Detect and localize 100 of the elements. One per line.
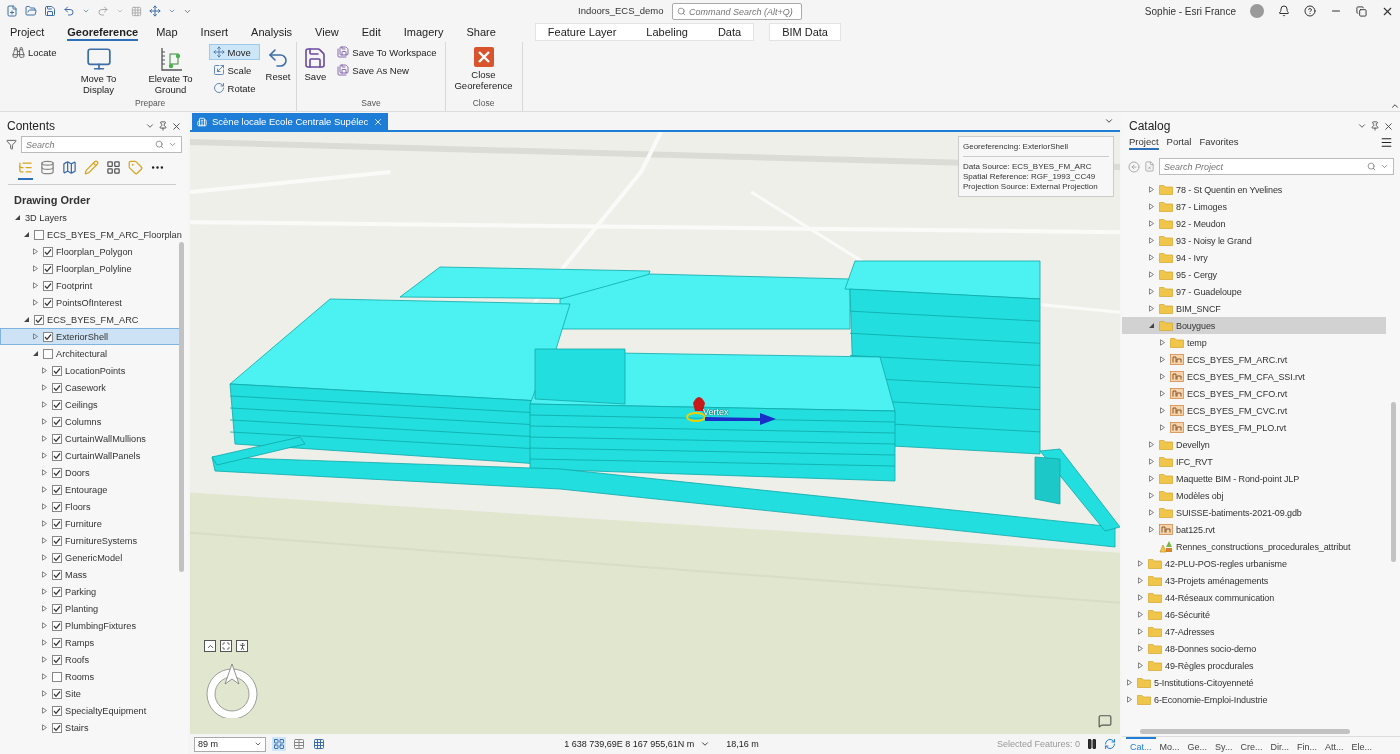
checkbox[interactable] [52,569,62,580]
catalog-item[interactable]: ECS_BYES_FM_ARC.rvt [1122,351,1386,368]
checkbox[interactable] [52,484,62,495]
close-icon[interactable] [171,120,182,132]
ribbon-tab[interactable]: Insert [200,23,229,41]
layer-row[interactable]: Doors [0,464,182,481]
checkbox[interactable] [52,552,62,563]
checkbox[interactable] [52,688,62,699]
ribbon-button[interactable]: Rotate [208,80,260,96]
layer-row[interactable]: FurnitureSystems [0,532,182,549]
help-icon[interactable] [1304,5,1316,17]
nav-button[interactable] [236,640,248,652]
layer-row[interactable]: Rooms [0,668,182,685]
checkbox[interactable] [43,297,53,308]
ribbon-button[interactable]: Move [208,44,260,60]
table-button[interactable] [292,737,306,751]
caret-icon[interactable] [168,7,176,15]
command-search-field[interactable]: Command Search (Alt+Q) [672,3,802,20]
ribbon-button[interactable]: Save To Workspace [333,44,441,60]
checkbox[interactable] [52,433,62,444]
checkbox[interactable] [52,518,62,529]
caret-icon[interactable] [82,7,90,15]
catalog-item[interactable]: Modèles obj [1122,487,1386,504]
checkbox[interactable] [43,348,53,359]
checkbox[interactable] [52,467,62,478]
filter-icon[interactable] [6,139,17,150]
catalog-item[interactable]: 5-Institutions-Citoyenneté [1122,674,1386,691]
ribbon-button[interactable]: Move To Display [64,44,133,98]
catalog-item[interactable]: 42-PLU-POS-regles urbanisme [1122,555,1386,572]
ribbon-tab[interactable]: BIM Data [769,23,841,41]
catalog-tab[interactable]: Portal [1166,136,1192,150]
clear-icon[interactable] [1144,161,1155,172]
layer-row[interactable]: Furniture [0,515,182,532]
checkbox[interactable] [34,229,44,240]
search-field[interactable]: Search Project [1159,158,1394,175]
caret-icon[interactable] [700,739,711,749]
ribbon-button[interactable]: Save As New [333,62,441,78]
move-icon[interactable] [149,5,161,17]
undo-icon[interactable] [63,5,75,17]
layer-row[interactable]: Planting [0,600,182,617]
scrollbar-thumb[interactable] [179,242,184,572]
layer-row[interactable]: SpecialtyEquipment [0,702,182,719]
checkbox[interactable] [52,654,62,665]
ribbon-tab[interactable]: Project [10,23,45,41]
checkbox[interactable] [43,331,53,342]
pin-icon[interactable] [1370,120,1380,131]
catalog-item[interactable]: 49-Règles procdurales [1122,657,1386,674]
layer-row[interactable]: Mass [0,566,182,583]
layer-row[interactable]: Ceilings [0,396,182,413]
checkbox[interactable] [52,501,62,512]
layer-row[interactable]: Site [0,685,182,702]
triangle-icon[interactable] [23,231,30,238]
checkbox[interactable] [52,586,62,597]
database-icon[interactable] [40,160,55,175]
checkbox[interactable] [43,246,53,257]
layer-row[interactable]: ECS_BYES_FM_ARC [0,311,182,328]
ribbon-tab[interactable]: Data [717,26,742,38]
layer-row[interactable]: LocationPoints [0,362,182,379]
checkbox[interactable] [52,365,62,376]
pin-icon[interactable] [158,120,168,131]
ribbon-tab[interactable]: Georeference [67,23,139,41]
layer-row[interactable]: CurtainWallPanels [0,447,182,464]
checkbox[interactable] [34,314,44,325]
catalog-item[interactable]: 92 - Meudon [1122,215,1386,232]
search-field[interactable]: Search [21,136,182,153]
triangle-icon[interactable] [14,214,21,221]
layer-row[interactable]: Floorplan_Polyline [0,260,182,277]
pane-tab[interactable]: Ele... [1347,737,1376,754]
pane-tab[interactable]: Ge... [1183,737,1212,754]
checkbox[interactable] [52,671,62,682]
checkbox[interactable] [43,263,53,274]
ribbon-button[interactable]: Elevate To Ground [136,44,205,98]
checkbox[interactable] [52,416,62,427]
catalog-item[interactable]: ECS_BYES_FM_CFO.rvt [1122,385,1386,402]
scale-field[interactable]: 89 m [194,736,266,752]
pane-tab[interactable]: Sy... [1211,737,1237,754]
catalog-item[interactable]: 87 - Limoges [1122,198,1386,215]
ribbon-button[interactable]: Scale [208,62,260,78]
pane-tab[interactable]: Cat... [1126,737,1156,754]
catalog-item[interactable]: 48-Donnes socio-demo [1122,640,1386,657]
grid-icon[interactable] [106,160,121,175]
layer-row[interactable]: Floorplan_Polygon [0,243,182,260]
checkbox[interactable] [52,603,62,614]
tag-icon[interactable] [128,160,143,175]
snapping-button[interactable] [312,737,326,751]
checkbox[interactable] [52,722,62,733]
map-icon[interactable] [62,160,77,175]
scrollbar-thumb[interactable] [1391,402,1396,562]
open-icon[interactable] [25,5,37,17]
redo-icon[interactable] [97,5,109,17]
catalog-item[interactable]: 43-Projets aménagements [1122,572,1386,589]
triangle-icon[interactable] [23,316,30,323]
catalog-item[interactable]: 93 - Noisy le Grand [1122,232,1386,249]
ribbon-tab[interactable]: Analysis [251,23,293,41]
layer-row[interactable]: Casework [0,379,182,396]
ribbon-tab[interactable]: Share [466,23,496,41]
layer-row[interactable]: Floors [0,498,182,515]
catalog-item[interactable]: ECS_BYES_FM_CFA_SSI.rvt [1122,368,1386,385]
catalog-item[interactable]: 78 - St Quentin en Yvelines [1122,181,1386,198]
restore-icon[interactable] [1356,5,1367,17]
